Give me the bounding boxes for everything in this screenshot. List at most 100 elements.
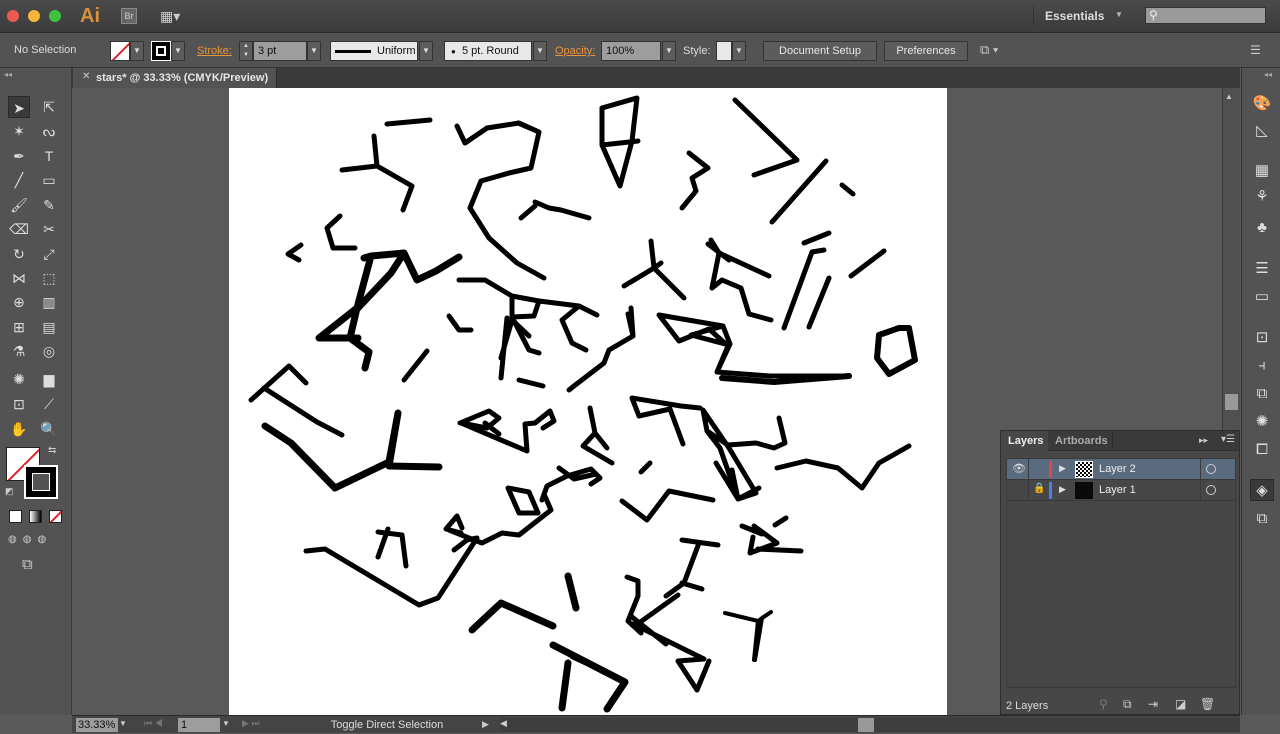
arrange-documents-button[interactable]: ▦▾: [160, 8, 188, 24]
close-tab-icon[interactable]: ✕: [82, 71, 90, 82]
color-panel-icon[interactable]: 🎨: [1250, 93, 1274, 115]
brush-definition[interactable]: ● 5 pt. Round: [444, 41, 532, 61]
layer-name[interactable]: Layer 1: [1099, 484, 1136, 496]
new-sublayer-icon[interactable]: ⇥: [1148, 697, 1158, 711]
stroke-panel-icon[interactable]: ☰: [1250, 258, 1274, 280]
blend-tool-icon[interactable]: ◎: [38, 340, 60, 362]
free-transform-tool-icon[interactable]: ⬚: [38, 267, 60, 289]
type-tool-icon[interactable]: T: [38, 145, 60, 167]
stroke-dropdown[interactable]: ▼: [171, 41, 185, 61]
layer-row[interactable]: 👁 ▶ Layer 2: [1007, 459, 1235, 480]
first-artboard-icon[interactable]: ⏮ ◀: [144, 718, 163, 729]
new-layer-icon[interactable]: ◪: [1175, 697, 1186, 711]
brushes-panel-icon[interactable]: ⚘: [1250, 186, 1274, 208]
color-guide-icon[interactable]: ◺: [1250, 120, 1274, 142]
slice-tool-icon[interactable]: ⟋: [38, 393, 60, 415]
mesh-tool-icon[interactable]: ⊞: [8, 316, 30, 338]
transform-panel-icon[interactable]: ⊡: [1250, 327, 1274, 349]
hand-tool-icon[interactable]: ✋: [8, 418, 30, 440]
gradient-tool-icon[interactable]: ▤: [38, 316, 60, 338]
scissors-tool-icon[interactable]: ✂: [38, 218, 60, 240]
horizontal-scroll-thumb[interactable]: [858, 718, 874, 732]
fill-dropdown[interactable]: ▼: [130, 41, 144, 61]
layer-row[interactable]: 🔒 ▶ Layer 1: [1007, 480, 1235, 501]
lasso-tool-icon[interactable]: ᔓ: [38, 120, 60, 142]
panel-menu-icon[interactable]: ☰: [1250, 43, 1261, 57]
document-setup-button[interactable]: Document Setup: [763, 41, 877, 61]
tab-artboards[interactable]: Artboards: [1049, 431, 1113, 451]
expand-dock-icon[interactable]: ◂◂: [1264, 70, 1272, 79]
tab-layers[interactable]: Layers: [1001, 431, 1048, 451]
default-colors-icon[interactable]: ◩: [5, 486, 14, 497]
rotate-tool-icon[interactable]: ↻: [8, 243, 30, 265]
color-mode-icon[interactable]: [9, 510, 22, 523]
swatches-panel-icon[interactable]: ▦: [1250, 160, 1274, 182]
rectangle-tool-icon[interactable]: ▭: [38, 169, 60, 191]
swap-colors-icon[interactable]: ⇆: [48, 445, 56, 456]
artboard-number-input[interactable]: 1: [178, 718, 220, 732]
zoom-tool-icon[interactable]: 🔍: [38, 418, 60, 440]
vertical-scrollbar[interactable]: ▲: [1222, 88, 1240, 430]
graphic-style-swatch[interactable]: [716, 41, 732, 61]
status-menu-icon[interactable]: ▶: [482, 719, 489, 730]
layer-name[interactable]: Layer 2: [1099, 463, 1136, 475]
locate-object-icon[interactable]: ⚲: [1099, 697, 1108, 711]
brush-dropdown[interactable]: ▼: [533, 41, 547, 61]
align-panel-icon[interactable]: ⫞: [1250, 355, 1274, 377]
bridge-button[interactable]: Br: [121, 8, 137, 24]
width-tool-icon[interactable]: ⋈: [8, 267, 30, 289]
collapse-icon[interactable]: ◂◂: [4, 70, 12, 79]
zoom-level-input[interactable]: 33.33%: [76, 718, 118, 732]
line-tool-icon[interactable]: ╱: [8, 169, 30, 191]
expand-panel-icon[interactable]: ▸▸: [1199, 435, 1208, 446]
artboards-panel-icon[interactable]: ⧉: [1250, 508, 1274, 530]
status-tool-hint[interactable]: Toggle Direct Selection: [277, 716, 497, 734]
next-artboard-icon[interactable]: ▶ ⏭: [242, 718, 260, 729]
stroke-swatch[interactable]: [151, 41, 171, 61]
selection-tool-icon[interactable]: ➤: [8, 96, 30, 118]
stroke-label[interactable]: Stroke:: [197, 45, 232, 57]
pencil-tool-icon[interactable]: ✎: [38, 194, 60, 216]
stroke-color-box[interactable]: [24, 465, 58, 499]
tab-document[interactable]: ✕ stars* @ 33.33% (CMYK/Preview): [73, 68, 277, 88]
artboard-dropdown[interactable]: ▼: [222, 719, 230, 728]
appearance-panel-icon[interactable]: ✺: [1250, 411, 1274, 433]
pathfinder-panel-icon[interactable]: ⧉: [1250, 383, 1274, 405]
drawing-modes-icon[interactable]: ◍◍◍: [8, 534, 64, 548]
variable-width-profile[interactable]: Uniform: [330, 41, 418, 61]
expand-layer-icon[interactable]: ▶: [1059, 463, 1066, 474]
symbol-sprayer-tool-icon[interactable]: ✺: [8, 368, 30, 390]
minimize-window-button[interactable]: [28, 10, 40, 22]
select-similar-icon[interactable]: ⧉ ▾: [980, 42, 998, 58]
stroke-weight-input[interactable]: 3 pt: [253, 41, 307, 61]
preferences-button[interactable]: Preferences: [884, 41, 968, 61]
artboard-tool-icon[interactable]: ⊡: [8, 393, 30, 415]
expand-layer-icon[interactable]: ▶: [1059, 484, 1066, 495]
symbols-panel-icon[interactable]: ♣: [1250, 217, 1274, 239]
target-icon[interactable]: [1206, 485, 1216, 495]
panel-menu-icon[interactable]: ▾☰: [1221, 434, 1235, 445]
direct-selection-tool-icon[interactable]: ⇱: [38, 96, 60, 118]
artboard[interactable]: [229, 88, 947, 715]
horizontal-scrollbar[interactable]: ◀: [500, 718, 1240, 732]
lock-icon[interactable]: 🔒: [1033, 483, 1045, 494]
stroke-stepper[interactable]: ▲ ▼: [239, 41, 253, 61]
opacity-input[interactable]: 100%: [601, 41, 661, 61]
profile-dropdown[interactable]: ▼: [419, 41, 433, 61]
eyedropper-tool-icon[interactable]: ⚗: [8, 340, 30, 362]
gradient-panel-icon[interactable]: ▭: [1250, 286, 1274, 308]
none-mode-icon[interactable]: [49, 510, 62, 523]
target-icon[interactable]: [1206, 464, 1216, 474]
shape-builder-tool-icon[interactable]: ⊕: [8, 291, 30, 313]
maximize-window-button[interactable]: [49, 10, 61, 22]
opacity-label[interactable]: Opacity:: [555, 45, 595, 57]
zoom-dropdown[interactable]: ▼: [119, 719, 127, 728]
perspective-grid-tool-icon[interactable]: ▥: [38, 291, 60, 313]
gradient-mode-icon[interactable]: [29, 510, 42, 523]
vertical-scroll-thumb[interactable]: [1225, 394, 1238, 410]
make-clipping-mask-icon[interactable]: ⧉: [1123, 697, 1132, 712]
pen-tool-icon[interactable]: ✒: [8, 145, 30, 167]
workspace-switcher[interactable]: Essentials: [1045, 9, 1104, 23]
close-window-button[interactable]: [7, 10, 19, 22]
eraser-tool-icon[interactable]: ⌫: [8, 218, 30, 240]
